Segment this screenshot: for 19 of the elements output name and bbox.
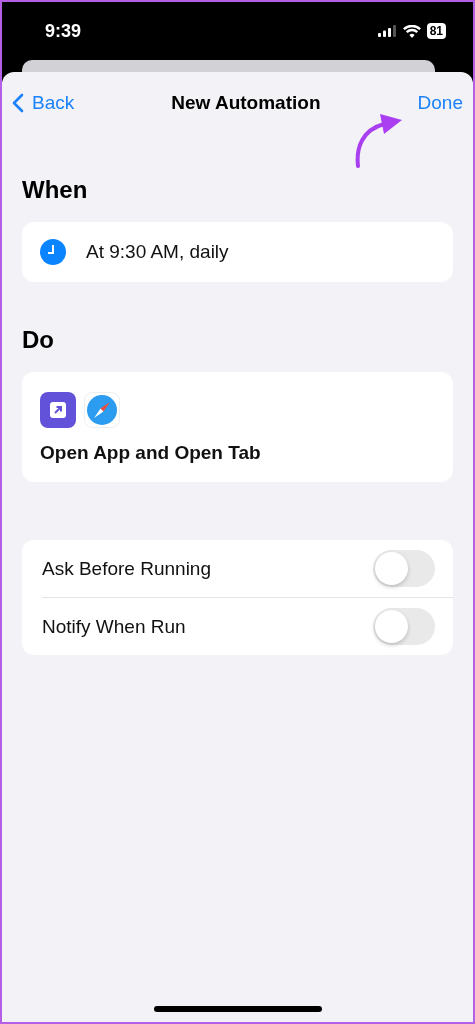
battery-level: 81 — [426, 23, 446, 39]
wifi-icon — [402, 24, 421, 38]
open-app-icon — [40, 392, 76, 428]
section-heading: When — [22, 176, 89, 204]
action-card[interactable]: Open App and Open Tab — [22, 372, 453, 482]
section-heading: Do — [22, 326, 55, 354]
trigger-card[interactable]: At 9:30 AM, daily — [22, 222, 453, 282]
signal-icon — [377, 25, 397, 37]
screen-title: New Automation — [171, 92, 321, 114]
option-label: Notify When Run — [42, 615, 186, 638]
status-time: 9:39 — [45, 20, 82, 42]
toggle-switch[interactable] — [373, 550, 435, 587]
chevron-left-icon — [12, 93, 24, 113]
trigger-text: At 9:30 AM, daily — [86, 241, 229, 263]
compass-icon — [84, 392, 120, 428]
action-title: Open App and Open Tab — [40, 442, 262, 464]
option-label: Ask Before Running — [42, 557, 211, 580]
clock-icon — [40, 239, 66, 265]
toggle-switch[interactable] — [373, 608, 435, 645]
